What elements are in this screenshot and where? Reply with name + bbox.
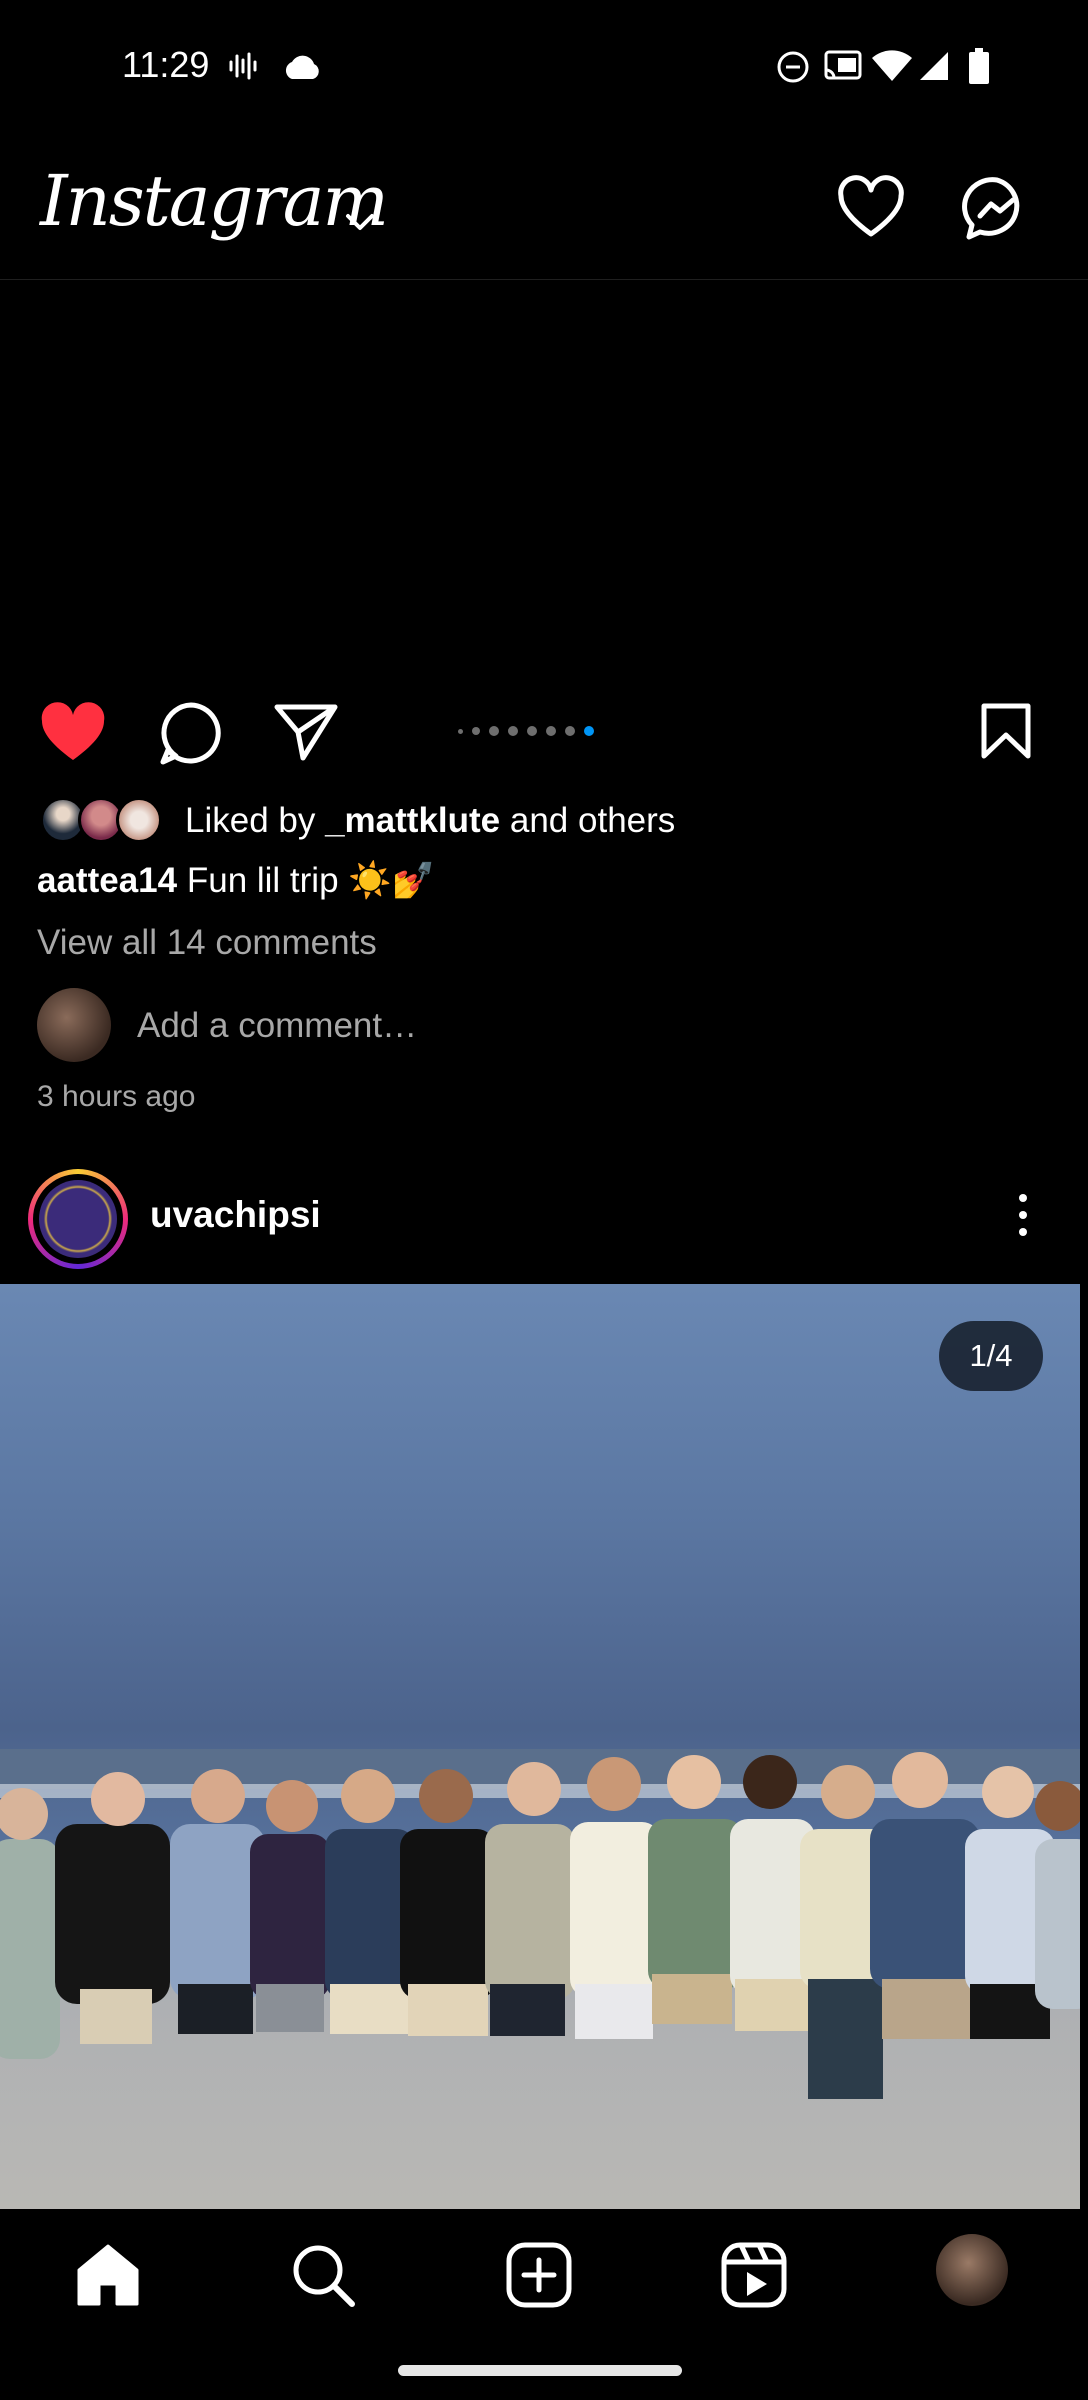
likes-text: Liked by _mattklute and others [185, 801, 676, 840]
carousel-dot [472, 727, 480, 735]
create-icon[interactable] [504, 2240, 574, 2310]
liker-username[interactable]: _mattklute [325, 801, 500, 840]
carousel-dot-active [584, 726, 594, 736]
carousel-dot [489, 726, 499, 736]
add-comment-input[interactable]: Add a comment… [137, 1006, 417, 1046]
like-heart-icon[interactable] [40, 702, 106, 762]
chevron-down-icon[interactable] [340, 202, 380, 242]
more-options-icon[interactable] [1005, 1190, 1041, 1240]
comment-icon[interactable] [158, 700, 224, 766]
do-not-disturb-icon [777, 51, 809, 83]
signal-icon [920, 52, 948, 80]
carousel-indicator [458, 725, 594, 737]
avatar [39, 1180, 117, 1258]
home-indicator[interactable] [398, 2365, 682, 2376]
bookmark-save-icon[interactable] [980, 702, 1032, 760]
instagram-logo[interactable]: Instagram [40, 160, 389, 242]
caption-text: Fun lil trip ☀️💅 [186, 861, 436, 900]
home-icon[interactable] [73, 2240, 143, 2310]
profile-avatar[interactable] [936, 2234, 1008, 2306]
search-icon[interactable] [288, 2240, 358, 2310]
add-comment-row[interactable]: Add a comment… [37, 988, 737, 1062]
cloud-icon [285, 55, 319, 79]
carousel-dot [565, 726, 575, 736]
carousel-dot [508, 726, 518, 736]
photo-counter-badge: 1/4 [939, 1321, 1043, 1391]
wifi-icon [872, 50, 912, 81]
liker-avatars [40, 795, 170, 845]
story-ring[interactable] [28, 1169, 128, 1269]
post-header: uvachipsi [0, 1160, 1088, 1270]
carousel-dot [546, 726, 556, 736]
post-username[interactable]: uvachipsi [150, 1194, 321, 1236]
post-photo[interactable]: 1/4 [0, 1284, 1080, 2209]
status-time: 11:29 [122, 44, 210, 85]
post-timestamp: 3 hours ago [37, 1080, 196, 1113]
view-comments-link[interactable]: View all 14 comments [37, 923, 377, 963]
beach-group-photo [0, 1749, 1080, 2099]
avatar [116, 797, 162, 843]
avatar [37, 988, 111, 1062]
cast-icon [824, 50, 862, 80]
battery-icon [969, 48, 989, 84]
share-send-icon[interactable] [273, 702, 339, 762]
status-bar: 11:29 [0, 0, 1088, 135]
caption-username[interactable]: aattea14 [37, 861, 177, 900]
messenger-icon[interactable] [962, 174, 1032, 244]
carousel-dot [458, 728, 463, 734]
post-actions [0, 690, 1088, 770]
notifications-heart-icon[interactable] [836, 174, 906, 244]
voicemail-icon [229, 52, 257, 80]
app-header: Instagram [0, 140, 1088, 280]
post-caption: aattea14 Fun lil trip ☀️💅 [37, 860, 435, 901]
reels-icon[interactable] [719, 2240, 789, 2310]
carousel-dot [527, 726, 537, 736]
